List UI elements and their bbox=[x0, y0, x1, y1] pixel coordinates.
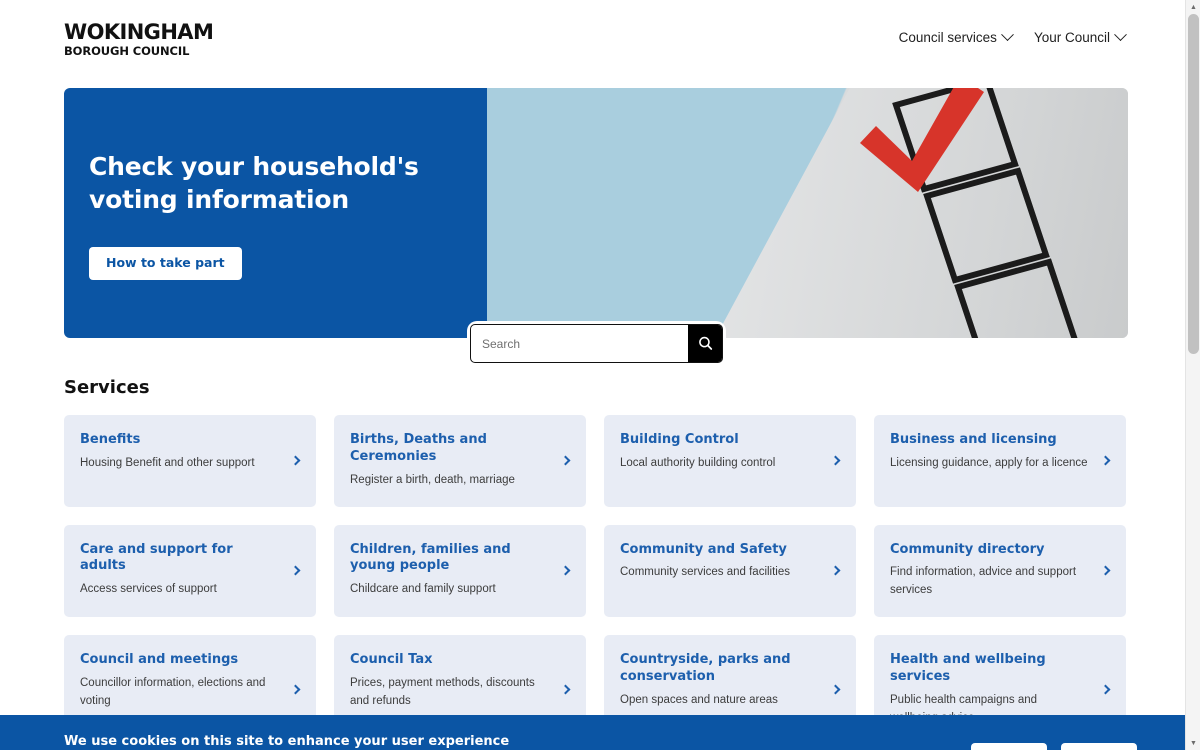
service-card-title: Care and support for adults bbox=[80, 541, 233, 574]
nav-label-your-council: Your Council bbox=[1033, 30, 1110, 45]
chevron-right-icon bbox=[1098, 683, 1112, 697]
service-card-description: Access services of support bbox=[80, 583, 217, 596]
hero-content-panel: Check your household's voting informatio… bbox=[64, 88, 487, 338]
site-header: WOKINGHAM BOROUGH COUNCIL Council servic… bbox=[0, 0, 1185, 76]
page-root: WOKINGHAM BOROUGH COUNCIL Council servic… bbox=[0, 0, 1200, 750]
service-card-title: Building Control bbox=[620, 432, 739, 447]
chevron-right-icon bbox=[558, 683, 572, 697]
cookie-banner-message: We use cookies on this site to enhance y… bbox=[64, 734, 510, 749]
service-card-title: Community directory bbox=[890, 541, 1045, 557]
hero-title: Check your household's voting informatio… bbox=[89, 152, 419, 215]
services-grid: Benefits Housing Benefit and other suppo… bbox=[64, 415, 1138, 745]
service-card-title: Business and licensing bbox=[890, 432, 1057, 447]
service-card-benefits[interactable]: Benefits Housing Benefit and other suppo… bbox=[64, 415, 316, 507]
main-navigation: Council services Your Council bbox=[898, 28, 1127, 45]
service-card-description: Councillor information, elections and vo… bbox=[80, 677, 266, 707]
service-card-description: Licensing guidance, apply for a licence bbox=[890, 456, 1088, 469]
search-submit-button[interactable] bbox=[688, 325, 722, 362]
service-card-births-deaths-and-ceremonies[interactable]: Births, Deaths and Ceremonies Register a… bbox=[334, 415, 586, 507]
service-card-title: Community and Safety bbox=[620, 541, 787, 557]
chevron-right-icon bbox=[288, 683, 302, 697]
logo-primary-text: WOKINGHAM bbox=[64, 20, 214, 44]
service-card-community-directory[interactable]: Community directory Find information, ad… bbox=[874, 524, 1126, 618]
service-card-building-control[interactable]: Building Control Local authority buildin… bbox=[604, 415, 856, 507]
cookie-banner-actions: Accept No thanks bbox=[971, 743, 1137, 750]
service-card-description: Childcare and family support bbox=[350, 583, 496, 596]
how-to-take-part-button[interactable]: How to take part bbox=[89, 247, 242, 280]
service-card-title: Health and wellbeing services bbox=[890, 652, 1046, 684]
service-card-children-families-and-young-people[interactable]: Children, families and young people Chil… bbox=[334, 524, 586, 618]
service-card-description: Open spaces and nature areas bbox=[620, 693, 778, 706]
nav-item-your-council[interactable]: Your Council bbox=[1033, 28, 1127, 45]
chevron-down-icon bbox=[1114, 28, 1127, 42]
scrollbar-thumb[interactable] bbox=[1188, 14, 1199, 354]
chevron-right-icon bbox=[1098, 564, 1112, 578]
scrollbar-down-arrow-icon[interactable]: ▼ bbox=[1186, 736, 1200, 750]
search-bar-inner bbox=[470, 324, 723, 363]
service-card-title: Children, families and young people bbox=[350, 541, 511, 574]
service-card-description: Prices, payment methods, discounts and r… bbox=[350, 677, 535, 707]
hero-image bbox=[487, 88, 1128, 338]
chevron-down-icon bbox=[1001, 28, 1014, 42]
service-card-community-and-safety[interactable]: Community and Safety Community services … bbox=[604, 524, 856, 618]
service-card-title: Council Tax bbox=[350, 652, 433, 668]
nav-item-council-services[interactable]: Council services bbox=[898, 28, 1014, 45]
services-heading: Services bbox=[64, 377, 150, 398]
cookie-banner: We use cookies on this site to enhance y… bbox=[0, 715, 1185, 750]
chevron-right-icon bbox=[558, 564, 572, 578]
service-card-description: Housing Benefit and other support bbox=[80, 456, 255, 469]
chevron-right-icon bbox=[1098, 454, 1112, 468]
service-card-title: Countryside, parks and conservation bbox=[620, 652, 791, 684]
service-card-description: Local authority building control bbox=[620, 456, 776, 469]
cookie-accept-button[interactable]: Accept bbox=[971, 743, 1047, 750]
search-input[interactable] bbox=[471, 325, 688, 362]
nav-label-council-services: Council services bbox=[898, 30, 997, 45]
service-card-business-and-licensing[interactable]: Business and licensing Licensing guidanc… bbox=[874, 415, 1126, 507]
chevron-right-icon bbox=[288, 564, 302, 578]
logo-secondary-text: BOROUGH COUNCIL bbox=[64, 44, 190, 58]
chevron-right-icon bbox=[828, 683, 842, 697]
page-scrollbar[interactable]: ▲ ▼ bbox=[1185, 0, 1200, 750]
scrollbar-up-arrow-icon[interactable]: ▲ bbox=[1186, 0, 1200, 14]
service-card-care-and-support-for-adults[interactable]: Care and support for adults Access servi… bbox=[64, 524, 316, 618]
chevron-right-icon bbox=[288, 454, 302, 468]
site-logo[interactable]: WOKINGHAM BOROUGH COUNCIL bbox=[64, 20, 214, 58]
service-card-description: Community services and facilities bbox=[620, 566, 791, 579]
search-icon bbox=[698, 336, 712, 350]
search-bar bbox=[470, 324, 723, 363]
service-card-title: Benefits bbox=[80, 432, 141, 447]
cookie-decline-button[interactable]: No thanks bbox=[1061, 743, 1137, 750]
service-card-description: Register a birth, death, marriage bbox=[350, 473, 515, 486]
chevron-right-icon bbox=[828, 564, 842, 578]
service-card-title: Council and meetings bbox=[80, 652, 239, 668]
chevron-right-icon bbox=[828, 454, 842, 468]
ballot-checkbox-illustration bbox=[860, 88, 1078, 338]
service-card-description: Find information, advice and support ser… bbox=[890, 566, 1077, 597]
hero-banner: Check your household's voting informatio… bbox=[64, 88, 1128, 338]
service-card-title: Births, Deaths and Ceremonies bbox=[350, 432, 487, 464]
chevron-right-icon bbox=[558, 454, 572, 468]
